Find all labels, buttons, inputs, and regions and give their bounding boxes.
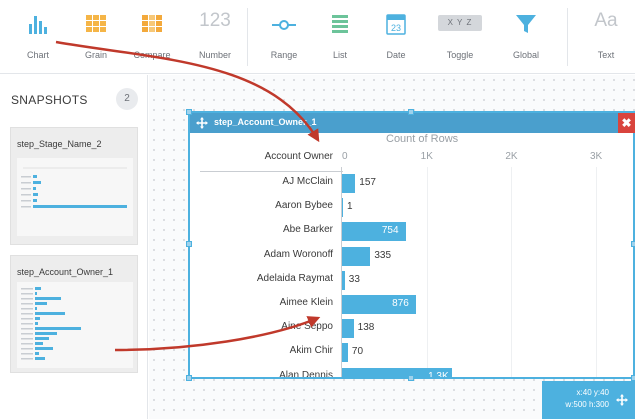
chart-widget[interactable]: step_Account_Owner_1 ✖ Count of Rows Acc…	[186, 109, 635, 381]
snapshots-count-badge: 2	[116, 88, 138, 110]
category-label: Akim Chir	[289, 345, 333, 357]
x-tick-label: 1K	[420, 151, 433, 162]
toolbar-divider	[567, 8, 568, 66]
snapshot-thumbnail	[17, 158, 133, 236]
category-label: Aaron Bybee	[275, 200, 333, 212]
snapshots-panel: SNAPSHOTS 2 step_Stage_Name_2 step_Accou…	[0, 75, 148, 419]
move-icon[interactable]	[195, 116, 209, 130]
bar[interactable]	[342, 319, 354, 339]
calendar-day-text: 23	[391, 23, 401, 33]
bar[interactable]	[342, 198, 343, 218]
list-tool[interactable]: List	[322, 0, 358, 74]
snapshot-card-title: step_Stage_Name_2	[17, 139, 102, 149]
funnel-icon	[516, 15, 536, 33]
bar[interactable]	[342, 270, 345, 290]
x-gridline	[511, 167, 513, 377]
toolbar: Chart Grain Compare 123 Number Range Lis…	[0, 0, 635, 74]
x-tick-label: 0	[342, 151, 348, 162]
bar-chart: Count of Rows Account Owner 0 1K 2K 3K AJ M…	[190, 133, 633, 377]
widget-title: step_Account_Owner_1	[214, 117, 317, 127]
close-button[interactable]: ✖	[618, 113, 635, 133]
text-tool[interactable]: Aa Text	[586, 0, 626, 74]
toggle-tool[interactable]: X Y Z Toggle	[436, 0, 484, 74]
category-label: AJ McClain	[282, 176, 333, 187]
snapshots-title: SNAPSHOTS	[11, 93, 88, 107]
resize-handle-top[interactable]	[408, 109, 414, 115]
bar[interactable]	[342, 174, 356, 193]
calendar-icon: 23	[386, 14, 406, 35]
bar-value-label: 33	[348, 273, 360, 285]
compare-tool[interactable]: Compare	[130, 0, 174, 74]
range-tool[interactable]: Range	[262, 0, 306, 74]
chart-tool[interactable]: Chart	[20, 0, 56, 74]
grain-tool[interactable]: Grain	[78, 0, 114, 74]
global-tool[interactable]: Global	[508, 0, 544, 74]
global-tool-label: Global	[512, 50, 539, 60]
x-tick-label: 3K	[590, 151, 603, 162]
x-gridline	[426, 167, 428, 377]
category-label: Alan Dennis	[279, 369, 333, 377]
resize-handle-bottom[interactable]	[408, 375, 414, 381]
size-dimensions: w:500 h:300	[565, 400, 609, 409]
resize-handle-bottom-left[interactable]	[186, 375, 192, 381]
bar-value-label: 70	[351, 346, 364, 358]
range-slider-icon	[272, 20, 296, 30]
toolbar-divider	[247, 8, 248, 66]
range-tool-label: Range	[270, 50, 298, 60]
bar-value-label: 157	[359, 177, 376, 188]
number-tool-label: Number	[198, 50, 231, 60]
bar[interactable]	[342, 246, 371, 266]
snapshot-card-title: step_Account_Owner_1	[17, 267, 114, 277]
date-tool[interactable]: 23 Date	[378, 0, 414, 74]
compare-grid-icon	[142, 15, 162, 32]
bar-value-label: 335	[374, 249, 392, 261]
snapshot-card[interactable]: step_Account_Owner_1	[10, 255, 138, 373]
number-tool[interactable]: 123 Number	[190, 0, 240, 74]
bar-value-label: 1	[347, 201, 353, 213]
position-size-box: x:40 y:40 w:500 h:300	[542, 381, 635, 419]
list-icon	[332, 15, 348, 33]
number-icon: 123	[199, 10, 231, 31]
snapshot-thumbnail	[17, 282, 133, 368]
bar-value-label: 754	[381, 225, 399, 237]
move-icon[interactable]	[615, 393, 629, 407]
list-tool-label: List	[332, 50, 347, 60]
compare-tool-label: Compare	[133, 50, 171, 60]
bar-chart-icon	[29, 16, 47, 34]
category-label: Adelaida Raymat	[256, 272, 333, 284]
category-header: Account Owner	[264, 151, 333, 162]
toggle-tool-label: Toggle	[446, 50, 474, 60]
bar[interactable]	[342, 343, 348, 363]
resize-handle-left[interactable]	[186, 241, 192, 247]
resize-handle-right[interactable]	[631, 241, 635, 247]
bar-value-label: 138	[357, 322, 375, 334]
category-label: Aimee Klein	[279, 297, 333, 308]
resize-handle-top-left[interactable]	[186, 109, 192, 115]
date-tool-label: Date	[386, 50, 406, 60]
toggle-icon: X Y Z	[438, 15, 482, 31]
text-icon: Aa	[594, 10, 618, 31]
bar-value-label: 876	[392, 298, 409, 309]
widget-header[interactable]: step_Account_Owner_1 ✖	[190, 113, 635, 133]
grain-tool-label: Grain	[84, 50, 107, 60]
chart-title: Count of Rows	[386, 133, 459, 145]
category-label: Adam Woronoff	[263, 248, 333, 260]
category-label: Aine Seppo	[281, 321, 333, 333]
category-label: Abe Barker	[282, 224, 333, 236]
x-gridline	[596, 167, 597, 377]
text-tool-label: Text	[597, 50, 615, 60]
position-coords: x:40 y:40	[576, 388, 609, 397]
snapshot-card[interactable]: step_Stage_Name_2	[10, 127, 138, 245]
x-tick-label: 2K	[505, 151, 518, 162]
bar-value-label: 1.3K	[428, 370, 449, 377]
category-header-underline	[200, 171, 343, 172]
chart-tool-label: Chart	[26, 50, 49, 60]
grain-grid-icon	[86, 15, 106, 32]
